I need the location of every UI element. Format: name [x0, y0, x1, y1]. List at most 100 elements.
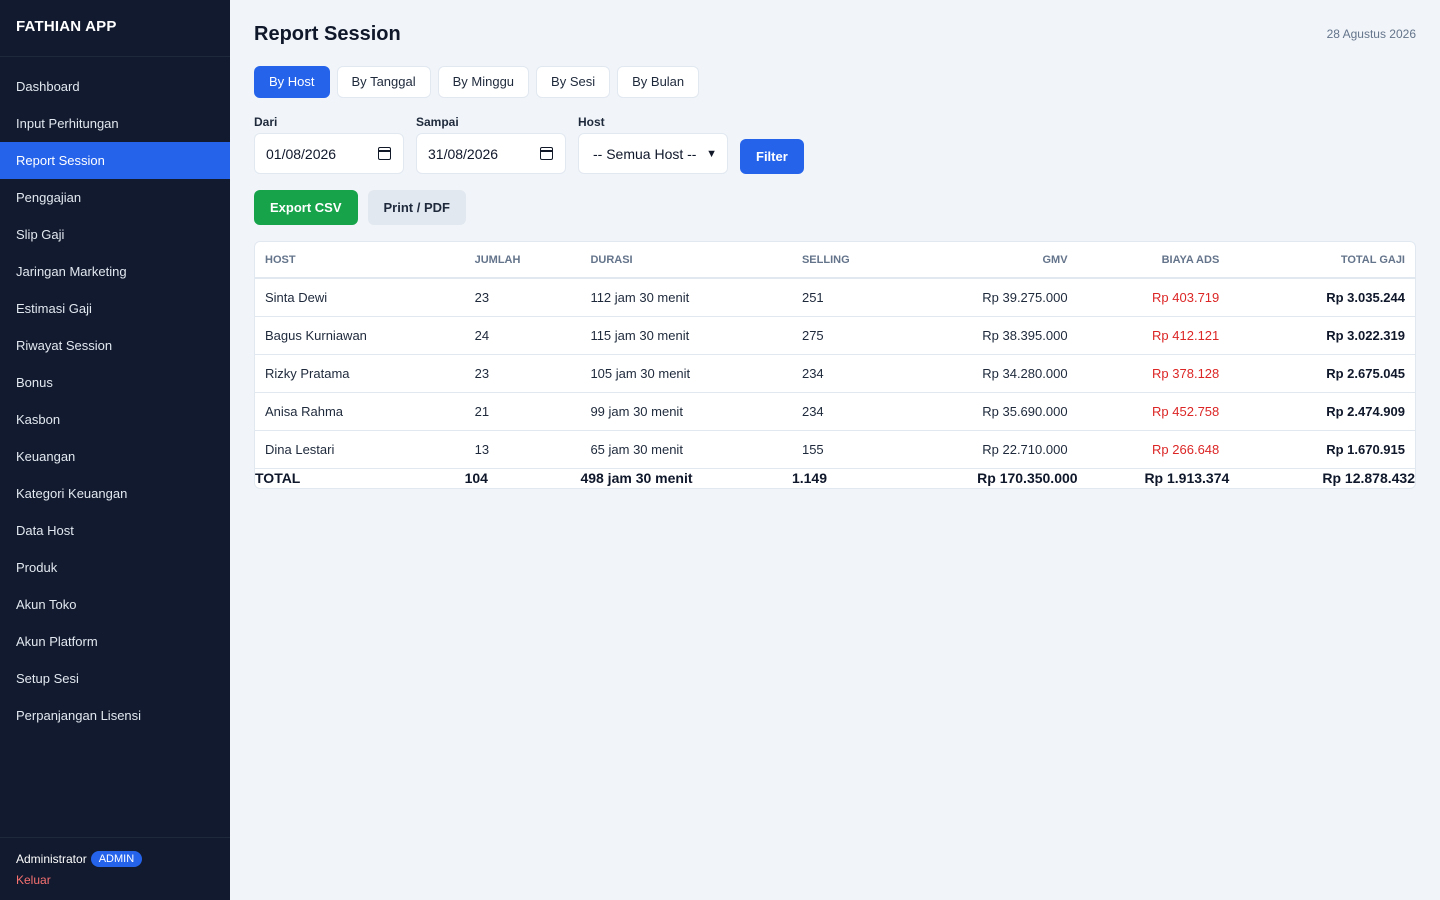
cell-total-gaji: Rp 2.675.045	[1229, 354, 1415, 393]
sidebar-item-akun-toko[interactable]: Akun Toko	[0, 586, 230, 623]
cell-selling: 234	[791, 354, 902, 393]
cell-durasi: 115 jam 30 menit	[580, 316, 792, 355]
page-title: Report Session	[254, 23, 401, 45]
cell-jumlah: 24	[464, 316, 581, 355]
to-field: Sampai 31/08/2026	[416, 115, 566, 174]
sidebar-item-kategori-keuangan[interactable]: Kategori Keuangan	[0, 475, 230, 512]
sidebar-item-jaringan-marketing[interactable]: Jaringan Marketing	[0, 253, 230, 290]
cell-biaya-ads: Rp 403.719	[1077, 278, 1230, 317]
cell-selling: 234	[791, 392, 902, 431]
sidebar-footer: Administrator ADMIN Keluar	[0, 837, 230, 900]
role-badge: ADMIN	[90, 851, 143, 867]
col-host[interactable]: HOST	[255, 242, 465, 279]
host-label: Host	[578, 115, 605, 129]
sidebar-item-report-session[interactable]: Report Session	[0, 142, 230, 179]
current-date: 28 Agustus 2026	[1326, 27, 1416, 41]
sidebar-item-riwayat-session[interactable]: Riwayat Session	[0, 327, 230, 364]
cell-host: Dina Lestari	[255, 430, 465, 469]
cell-gmv: Rp 39.275.000	[901, 278, 1078, 317]
cell-biaya-ads: Rp 378.128	[1077, 354, 1230, 393]
col-biaya-ads[interactable]: BIAYA ADS	[1077, 242, 1230, 279]
total-gmv: Rp 170.350.000	[977, 470, 1078, 487]
total-durasi: 498 jam 30 menit	[580, 470, 693, 487]
table-row: Sinta Dewi 23 112 jam 30 menit 251 Rp 39…	[255, 278, 1415, 317]
sidebar-item-akun-platform[interactable]: Akun Platform	[0, 623, 230, 660]
main-content: Report Session 28 Agustus 2026 By Host B…	[230, 0, 1440, 900]
cell-host: Bagus Kurniawan	[255, 316, 465, 355]
from-field: Dari 01/08/2026	[254, 115, 404, 174]
tab-by-host[interactable]: By Host	[254, 66, 330, 98]
sidebar-item-perpanjangan-lisensi[interactable]: Perpanjangan Lisensi	[0, 697, 230, 734]
total-gaji: Rp 12.878.432	[1322, 470, 1415, 487]
to-date-value: 31/08/2026	[428, 145, 499, 162]
sidebar-item-produk[interactable]: Produk	[0, 549, 230, 586]
filter-button[interactable]: Filter	[740, 139, 804, 174]
cell-jumlah: 23	[464, 278, 581, 317]
from-date-value: 01/08/2026	[266, 145, 337, 162]
cell-biaya-ads: Rp 266.648	[1077, 430, 1230, 469]
print-pdf-button[interactable]: Print / PDF	[367, 190, 466, 225]
tab-by-sesi[interactable]: By Sesi	[536, 66, 611, 98]
col-total-gaji[interactable]: TOTAL GAJI	[1229, 242, 1415, 279]
table-total-row: TOTAL 104 498 jam 30 menit 1.149 Rp 170.…	[255, 468, 1415, 488]
sidebar-item-bonus[interactable]: Bonus	[0, 364, 230, 401]
col-jumlah[interactable]: JUMLAH	[464, 242, 581, 279]
report-tabs: By Host By Tanggal By Minggu By Sesi By …	[254, 66, 706, 98]
cell-gmv: Rp 34.280.000	[901, 354, 1078, 393]
sidebar: FATHIAN APP Dashboard Input Perhitungan …	[0, 0, 230, 900]
cell-total-gaji: Rp 3.035.244	[1229, 278, 1415, 317]
cell-jumlah: 13	[464, 430, 581, 469]
sidebar-item-kasbon[interactable]: Kasbon	[0, 401, 230, 438]
sidebar-item-setup-sesi[interactable]: Setup Sesi	[0, 660, 230, 697]
sidebar-nav: Dashboard Input Perhitungan Report Sessi…	[0, 68, 230, 734]
cell-host: Anisa Rahma	[255, 392, 465, 431]
report-table: HOST JUMLAH DURASI SELLING GMV BIAYA ADS…	[255, 242, 1415, 488]
table-row: Anisa Rahma 21 99 jam 30 menit 234 Rp 35…	[255, 392, 1415, 431]
logout-link[interactable]: Keluar	[16, 873, 214, 887]
tab-by-tanggal[interactable]: By Tanggal	[336, 66, 431, 98]
sidebar-item-keuangan[interactable]: Keuangan	[0, 438, 230, 475]
cell-durasi: 112 jam 30 menit	[580, 278, 792, 317]
col-durasi[interactable]: DURASI	[580, 242, 792, 279]
total-biaya-ads: Rp 1.913.374	[1144, 470, 1230, 487]
cell-selling: 251	[791, 278, 902, 317]
from-label: Dari	[254, 115, 278, 129]
table-row: Dina Lestari 13 65 jam 30 menit 155 Rp 2…	[255, 430, 1415, 469]
total-label: TOTAL	[255, 470, 301, 487]
cell-selling: 275	[791, 316, 902, 355]
cell-jumlah: 21	[464, 392, 581, 431]
cell-jumlah: 23	[464, 354, 581, 393]
cell-durasi: 65 jam 30 menit	[580, 430, 792, 469]
app-title: FATHIAN APP	[0, 0, 230, 57]
sidebar-item-dashboard[interactable]: Dashboard	[0, 68, 230, 105]
cell-total-gaji: Rp 2.474.909	[1229, 392, 1415, 431]
total-selling: 1.149	[791, 470, 828, 487]
from-date-input[interactable]: 01/08/2026	[254, 133, 404, 174]
sidebar-item-data-host[interactable]: Data Host	[0, 512, 230, 549]
col-gmv[interactable]: GMV	[901, 242, 1078, 279]
host-field: Host -- Semua Host -- ▼	[578, 115, 728, 174]
host-select[interactable]: -- Semua Host -- ▼	[578, 133, 728, 174]
chevron-down-icon: ▼	[706, 147, 717, 160]
user-info: Administrator ADMIN	[16, 851, 214, 867]
cell-durasi: 99 jam 30 menit	[580, 392, 792, 431]
filter-bar: Dari 01/08/2026 Sampai 31/08/2026 Host -…	[254, 115, 804, 174]
tab-by-bulan[interactable]: By Bulan	[617, 66, 700, 98]
col-selling[interactable]: SELLING	[791, 242, 902, 279]
tab-by-minggu[interactable]: By Minggu	[437, 66, 530, 98]
calendar-icon[interactable]	[540, 147, 553, 160]
total-jumlah: 104	[464, 470, 488, 487]
sidebar-item-penggajian[interactable]: Penggajian	[0, 179, 230, 216]
table-header-row: HOST JUMLAH DURASI SELLING GMV BIAYA ADS…	[255, 242, 1415, 279]
cell-selling: 155	[791, 430, 902, 469]
sidebar-item-input-perhitungan[interactable]: Input Perhitungan	[0, 105, 230, 142]
calendar-icon[interactable]	[378, 147, 391, 160]
cell-gmv: Rp 38.395.000	[901, 316, 1078, 355]
sidebar-item-estimasi-gaji[interactable]: Estimasi Gaji	[0, 290, 230, 327]
cell-gmv: Rp 22.710.000	[901, 430, 1078, 469]
to-date-input[interactable]: 31/08/2026	[416, 133, 566, 174]
sidebar-item-slip-gaji[interactable]: Slip Gaji	[0, 216, 230, 253]
export-csv-button[interactable]: Export CSV	[254, 190, 358, 225]
action-bar: Export CSV Print / PDF	[254, 190, 466, 225]
cell-total-gaji: Rp 1.670.915	[1229, 430, 1415, 469]
